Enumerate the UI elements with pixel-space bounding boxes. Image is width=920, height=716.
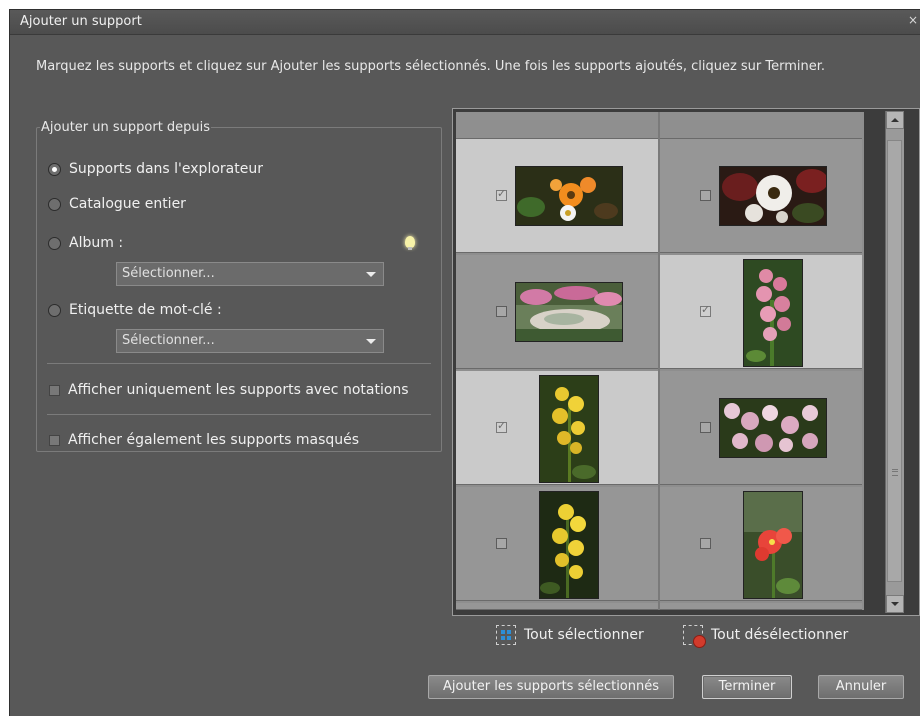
show-hidden-checkbox[interactable]: Afficher également les supports masqués (49, 430, 359, 450)
grid-cell-partial (660, 603, 862, 610)
radio-button[interactable] (48, 197, 61, 211)
photo-thumbnail (515, 166, 623, 226)
media-item[interactable] (660, 487, 862, 601)
chevron-down-icon (366, 339, 376, 344)
radio-label: Etiquette de mot-clé : (69, 302, 222, 318)
instructions-text: Marquez les supports et cliquez sur Ajou… (36, 59, 826, 74)
divider (47, 363, 431, 364)
column-divider (658, 112, 660, 610)
source-group-legend: Ajouter un support depuis (41, 120, 211, 135)
photo-thumbnail (743, 491, 803, 599)
select-all-icon (496, 625, 516, 645)
chevron-down-icon (366, 272, 376, 277)
media-item[interactable] (456, 371, 658, 485)
media-checkbox[interactable] (700, 303, 711, 317)
media-item[interactable] (660, 139, 862, 253)
media-grid[interactable] (456, 112, 864, 610)
close-icon[interactable]: × (908, 13, 918, 27)
media-item[interactable] (456, 487, 658, 601)
grid-cell-partial (456, 112, 658, 139)
media-checkbox[interactable] (700, 538, 711, 549)
title-bar[interactable]: Ajouter un support × (10, 10, 920, 35)
rated-only-checkbox[interactable]: Afficher uniquement les supports avec no… (49, 380, 409, 400)
radio-button[interactable] (48, 303, 61, 317)
media-checkbox[interactable] (496, 419, 507, 433)
deselect-all-label: Tout désélectionner (711, 627, 849, 643)
grid-cell-partial (660, 112, 862, 139)
radio-label: Catalogue entier (69, 196, 186, 212)
media-checkbox[interactable] (496, 538, 507, 549)
radio-button[interactable] (48, 236, 61, 250)
radio-label: Supports dans l'explorateur (69, 161, 263, 177)
keyword-select-value: Sélectionner... (122, 333, 215, 348)
add-selected-button[interactable]: Ajouter les supports sélectionnés (428, 675, 674, 699)
select-all-link[interactable]: Tout sélectionner (496, 625, 644, 645)
vertical-scrollbar[interactable] (885, 111, 904, 613)
add-media-dialog: Ajouter un support × Marquez les support… (10, 10, 920, 716)
grip-icon (892, 469, 898, 476)
keyword-select[interactable]: Sélectionner... (116, 329, 384, 353)
arrow-down-icon (891, 602, 899, 606)
divider (47, 414, 431, 415)
scroll-up-button[interactable] (886, 111, 904, 129)
media-checkbox[interactable] (496, 306, 507, 317)
photo-thumbnail (719, 398, 827, 458)
radio-album[interactable]: Album : (48, 233, 123, 253)
checkbox-label: Afficher uniquement les supports avec no… (68, 382, 409, 398)
deselect-all-link[interactable]: Tout désélectionner (683, 625, 849, 648)
grid-cell-partial (456, 603, 658, 610)
media-item[interactable] (660, 255, 862, 369)
media-grid-panel (452, 108, 920, 616)
checkbox[interactable] (49, 434, 60, 446)
media-checkbox[interactable] (700, 190, 711, 201)
radio-keyword-tag[interactable]: Etiquette de mot-clé : (48, 300, 222, 320)
media-item[interactable] (456, 139, 658, 253)
media-item[interactable] (660, 371, 862, 485)
deselect-all-icon (683, 625, 706, 648)
media-checkbox[interactable] (496, 187, 507, 201)
album-select[interactable]: Sélectionner... (116, 262, 384, 286)
photo-thumbnail (743, 259, 803, 367)
photo-thumbnail (515, 282, 623, 342)
photo-thumbnail (539, 491, 599, 599)
select-all-label: Tout sélectionner (524, 627, 644, 643)
album-select-value: Sélectionner... (122, 266, 215, 281)
radio-browser-media[interactable]: Supports dans l'explorateur (48, 159, 263, 179)
checkbox-label: Afficher également les supports masqués (68, 432, 360, 448)
media-item[interactable] (456, 255, 658, 369)
scroll-down-button[interactable] (886, 595, 904, 613)
cancel-button[interactable]: Annuler (818, 675, 904, 699)
radio-button[interactable] (48, 162, 61, 176)
photo-thumbnail (539, 375, 599, 483)
photo-thumbnail (719, 166, 827, 226)
radio-label: Album : (69, 235, 124, 251)
lightbulb-icon (405, 236, 415, 250)
source-group: Ajouter un support depuis Supports dans … (36, 120, 442, 452)
scroll-thumb[interactable] (887, 140, 902, 582)
done-button[interactable]: Terminer (702, 675, 792, 699)
dialog-title: Ajouter un support (20, 14, 142, 29)
radio-entire-catalog[interactable]: Catalogue entier (48, 194, 186, 214)
checkbox[interactable] (49, 384, 60, 396)
arrow-up-icon (891, 118, 899, 122)
media-checkbox[interactable] (700, 422, 711, 433)
